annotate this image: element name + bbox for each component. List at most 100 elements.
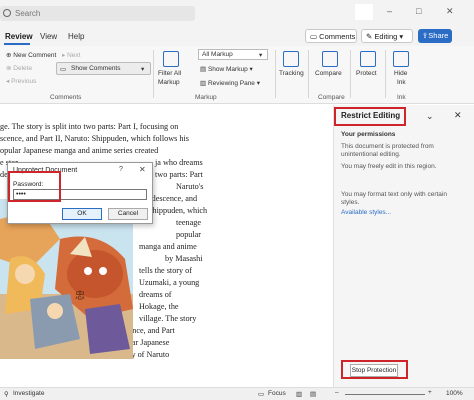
avatar[interactable] <box>355 4 373 20</box>
document-text-line: Hokage, the <box>139 302 179 311</box>
reviewing-pane-button[interactable]: ▥ Reviewing Pane ▾ <box>200 79 260 87</box>
delete-label: Delete <box>13 65 33 72</box>
search-input[interactable]: Search <box>15 9 40 18</box>
document-text-line: two parts: Part <box>155 170 203 179</box>
available-styles-link[interactable]: Available styles... <box>341 209 391 216</box>
tab-view[interactable]: View <box>40 32 57 41</box>
markup-display-select[interactable]: All Markup ▾ <box>198 49 268 60</box>
document-text-line: by Masashi <box>165 254 203 263</box>
restrict-editing-pane: Restrict Editing ⌄ ✕ Your permissions Th… <box>333 105 474 387</box>
document-text-line: ge. The story is split into two parts: P… <box>0 122 179 131</box>
divider <box>153 50 154 98</box>
zoom-in-icon[interactable]: + <box>428 389 432 396</box>
share-label: Share <box>428 31 449 40</box>
ok-button[interactable]: OK <box>62 208 102 220</box>
title-bar: Search – □ ✕ <box>0 0 474 26</box>
document-text-line: scence, and Part II, Naruto: Shippuden, … <box>0 134 189 143</box>
zoom-out-icon[interactable]: – <box>335 389 339 396</box>
search-box[interactable]: Search <box>0 6 195 21</box>
document-text-line: Shippuden, which <box>148 206 208 215</box>
new-comment-label: New Comment <box>13 52 57 59</box>
document-text-line: Naruto's <box>176 182 204 191</box>
zoom-level[interactable]: 100% <box>446 390 463 397</box>
document-text-line: opular Japanese manga and anime series c… <box>0 146 159 155</box>
chevron-down-icon[interactable]: ⌄ <box>426 111 434 122</box>
document-text-line: village. The story <box>139 314 197 323</box>
investigate-icon: ⚲ <box>4 391 9 398</box>
document-text-line: manga and anime <box>139 242 197 251</box>
comment-icon: ▭ <box>310 32 320 41</box>
compare-icon <box>322 51 338 67</box>
status-bar: ⚲ Investigate ▭ Focus ▥ ▤ – + 100% <box>0 387 474 400</box>
hide-ink-icon <box>393 51 409 67</box>
focus-button[interactable]: Focus <box>268 390 286 397</box>
next-comment-button[interactable]: ▸ Next <box>62 51 80 59</box>
delete-comment-button[interactable]: ⊗ Delete <box>6 64 32 72</box>
share-button[interactable]: ⇪Share <box>418 29 452 43</box>
comments-label: Comments <box>319 32 356 41</box>
previous-label: Previous <box>11 78 37 85</box>
document-text-line: popular <box>176 230 202 239</box>
minimize-button[interactable]: – <box>387 6 392 16</box>
show-comments-label: Show Comments <box>71 65 121 72</box>
protect-icon <box>360 51 376 67</box>
show-markup-icon: ▤ <box>200 66 208 73</box>
document-text-line: dreams of <box>139 290 172 299</box>
ribbon: ⊕ New Comment ⊗ Delete ◂ Previous ▸ Next… <box>0 46 474 104</box>
print-layout-icon[interactable]: ▤ <box>310 390 316 398</box>
editing-mode-button[interactable]: ✎ Editing ▾ <box>361 29 413 43</box>
document-text-line: ja who dreams <box>155 158 203 167</box>
focus-icon: ▭ <box>258 391 265 398</box>
freely-edit-text: You may freely edit in this region. <box>341 163 437 170</box>
chevron-down-icon: ▾ <box>259 52 263 59</box>
close-window-button[interactable]: ✕ <box>446 6 454 17</box>
show-markup-label: Show Markup <box>207 66 248 73</box>
new-comment-button[interactable]: ⊕ New Comment <box>6 51 56 59</box>
previous-comment-button[interactable]: ◂ Previous <box>6 77 36 85</box>
filter-all-markup-button[interactable]: Filter All <box>158 70 181 77</box>
maximize-button[interactable]: □ <box>416 6 421 16</box>
document-text-line: tells the story of <box>139 266 192 275</box>
svg-text:忠: 忠 <box>75 290 85 302</box>
chevron-down-icon: ▾ <box>397 32 404 41</box>
protect-button[interactable]: Protect <box>356 70 377 77</box>
investigate-button[interactable]: Investigate <box>13 390 44 397</box>
your-permissions-heading: Your permissions <box>341 131 396 138</box>
markup-display-value: All Markup <box>202 51 233 58</box>
dialog-close-button[interactable]: ✕ <box>139 165 146 174</box>
tracking-button[interactable]: Tracking <box>279 70 304 77</box>
show-markup-button[interactable]: ▤ Show Markup ▾ <box>200 65 253 73</box>
protected-text-1: This document is protected from <box>341 143 434 150</box>
reviewing-pane-icon: ▥ <box>200 80 208 87</box>
read-mode-icon[interactable]: ▥ <box>296 390 302 398</box>
divider <box>308 50 309 98</box>
tab-review[interactable]: Review <box>5 32 33 41</box>
active-tab-indicator <box>4 43 30 45</box>
show-comments-icon: ▭ <box>60 66 67 73</box>
pane-title-highlight-box <box>334 107 406 126</box>
format-text-1: You may format text only with certain <box>341 191 447 198</box>
comments-button[interactable]: ▭ Comments <box>305 29 357 43</box>
tab-help[interactable]: Help <box>68 32 84 41</box>
divider <box>385 50 386 98</box>
next-label: Next <box>67 52 81 59</box>
password-highlight-box <box>8 171 61 202</box>
chevron-down-icon: ▾ <box>141 66 145 73</box>
protected-text-2: unintentional editing. <box>341 151 401 158</box>
help-icon[interactable]: ? <box>119 166 123 173</box>
divider <box>350 50 351 98</box>
markup-group-label: Markup <box>195 94 217 101</box>
filter-all-markup-label-2: Markup <box>158 79 180 86</box>
document-text-line: adescence, and <box>148 194 198 203</box>
editing-label: Editing <box>374 32 398 41</box>
divider <box>275 50 276 98</box>
close-pane-button[interactable]: ✕ <box>454 110 462 121</box>
compare-button[interactable]: Compare <box>315 70 342 77</box>
hide-ink-label-2: Ink <box>397 79 406 86</box>
ribbon-tabs: Review View Help ▭ Comments ✎ Editing ▾ … <box>0 26 474 46</box>
comments-group-label: Comments <box>50 94 82 101</box>
zoom-slider[interactable] <box>345 394 425 395</box>
cancel-button[interactable]: Cancel <box>108 208 148 220</box>
show-comments-button[interactable]: ▭ Show Comments ▾ <box>56 62 151 75</box>
hide-ink-button[interactable]: Hide <box>394 70 407 77</box>
